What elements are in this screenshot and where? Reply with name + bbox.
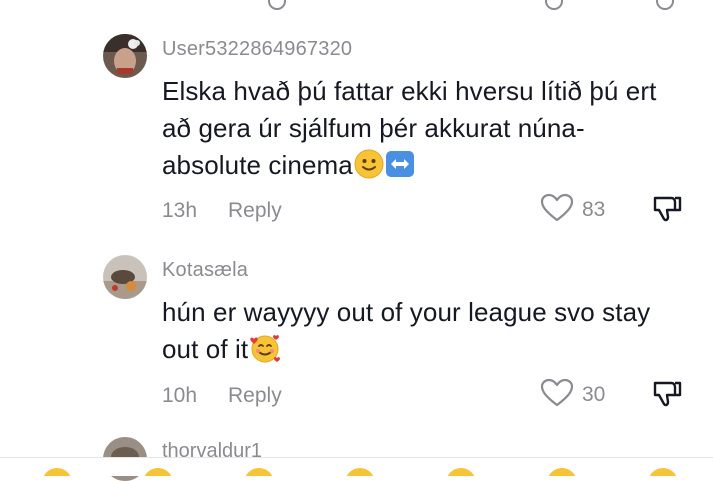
like-button[interactable]: 30: [540, 378, 606, 413]
slightly-smiling-face-icon: [354, 149, 384, 189]
previous-comment-clipped: [0, 0, 713, 14]
clipped-like-icon: [545, 0, 563, 10]
like-count: 83: [582, 198, 606, 221]
comment-username[interactable]: User5322864967320: [162, 38, 352, 61]
comment-time: 13h: [162, 199, 198, 222]
reply-button[interactable]: Reply: [228, 199, 282, 223]
comment-time: 10h: [162, 384, 198, 407]
heart-outline-icon: [540, 378, 574, 413]
comment-text: Elska hvað þú fattar ekki hversu lítið þ…: [162, 73, 682, 189]
avatar[interactable]: [103, 34, 147, 78]
thumbs-down-icon: [651, 196, 683, 229]
left-right-arrow-icon: [385, 149, 415, 189]
dislike-button[interactable]: [651, 378, 683, 410]
like-button[interactable]: 83: [540, 193, 606, 228]
comment-text: hún er wayyyy out of your league svo sta…: [162, 294, 682, 373]
thumbs-down-icon: [651, 381, 683, 414]
like-count: 30: [582, 383, 606, 406]
emoji-reaction-bar: [0, 457, 713, 476]
clipped-dislike-icon: [656, 0, 674, 10]
comment-username[interactable]: Kotasæla: [162, 259, 248, 282]
clipped-icon: [268, 0, 286, 10]
smiling-face-with-hearts-icon: [249, 333, 281, 373]
dislike-button[interactable]: [651, 193, 683, 225]
heart-outline-icon: [540, 193, 574, 228]
comment-text-body: hún er wayyyy out of your league svo sta…: [162, 297, 651, 364]
reply-button[interactable]: Reply: [228, 384, 282, 408]
avatar[interactable]: [103, 255, 147, 299]
